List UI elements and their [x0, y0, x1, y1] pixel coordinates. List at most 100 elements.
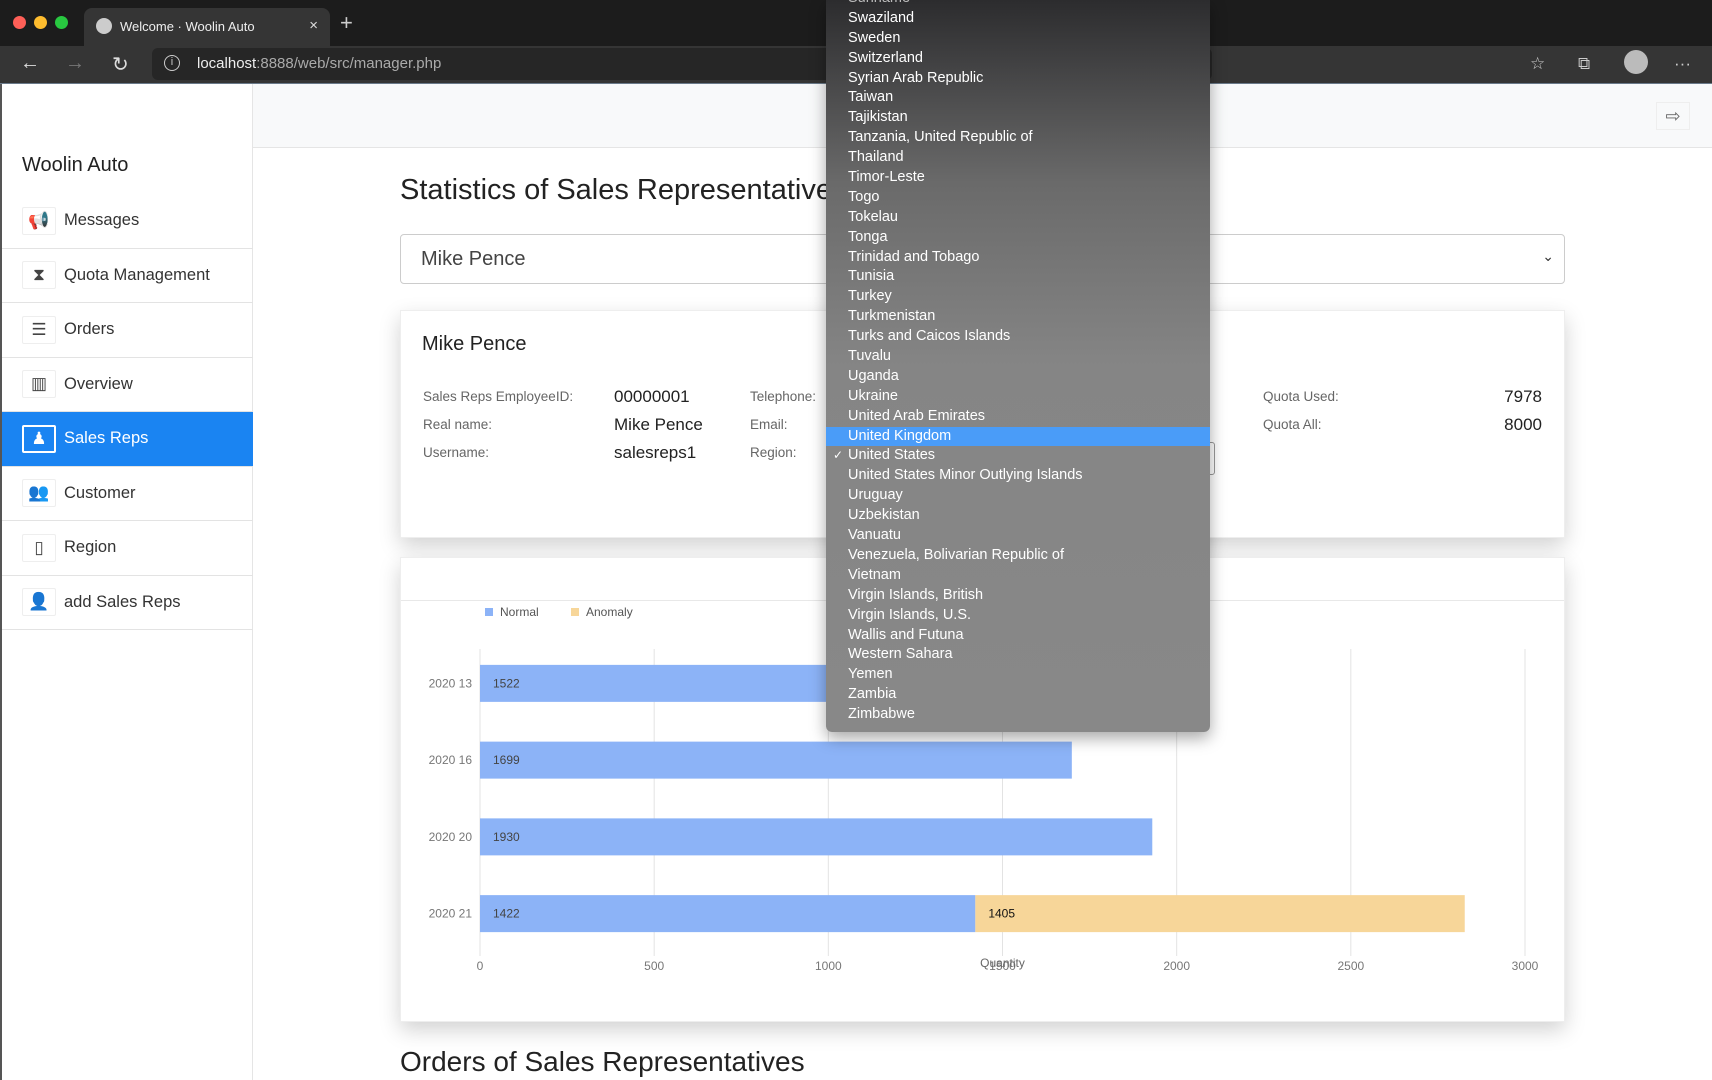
- dropdown-option[interactable]: Syrian Arab Republic: [826, 69, 1210, 89]
- profile-avatar[interactable]: [1624, 50, 1648, 74]
- sidebar-item-label: Region: [64, 538, 117, 557]
- option-label: Yemen: [848, 666, 893, 683]
- more-icon[interactable]: ···: [1674, 54, 1691, 74]
- option-label: Turkey: [848, 288, 892, 305]
- dropdown-option[interactable]: Ukraine: [826, 387, 1210, 407]
- map-icon: ▯: [22, 533, 56, 562]
- dropdown-option[interactable]: Western Sahara: [826, 645, 1210, 665]
- sidebar-item-label: Sales Reps: [64, 429, 149, 448]
- sidebar-item-orders[interactable]: ☰ Orders: [2, 303, 253, 358]
- option-label: Taiwan: [848, 89, 894, 106]
- x-tick-label: 500: [644, 959, 664, 973]
- bar-chart-icon: ▥: [22, 370, 56, 399]
- dropdown-option[interactable]: Taiwan: [826, 88, 1210, 108]
- x-tick-label: 2500: [1337, 959, 1364, 973]
- dropdown-option[interactable]: Turkmenistan: [826, 307, 1210, 327]
- dropdown-option[interactable]: United States Minor Outlying Islands: [826, 466, 1210, 486]
- dropdown-option[interactable]: Zambia: [826, 685, 1210, 705]
- telephone-label: Telephone:: [750, 389, 817, 404]
- sidebar-item-label: Orders: [64, 320, 115, 339]
- option-label: Thailand: [848, 149, 904, 166]
- forward-icon[interactable]: →: [65, 52, 85, 75]
- sidebar-item-add-sales-reps[interactable]: 👤 add Sales Reps: [2, 576, 253, 630]
- option-label: Zimbabwe: [848, 706, 915, 723]
- reload-icon[interactable]: ↻: [112, 52, 129, 77]
- brand-title: Woolin Auto: [22, 154, 129, 176]
- dropdown-option[interactable]: Vanuatu: [826, 526, 1210, 546]
- employee-id-value: 00000001: [614, 387, 690, 406]
- real-name-value: Mike Pence: [614, 415, 703, 434]
- bar-normal: [480, 895, 976, 933]
- dropdown-option[interactable]: Trinidad and Tobago: [826, 248, 1210, 268]
- dropdown-option[interactable]: United Arab Emirates: [826, 407, 1210, 427]
- dropdown-option[interactable]: Swaziland: [826, 9, 1210, 29]
- dropdown-option[interactable]: Suriname: [826, 0, 1210, 9]
- sidebar-item-region[interactable]: ▯ Region: [2, 521, 253, 576]
- dropdown-option[interactable]: Tokelau: [826, 208, 1210, 228]
- dropdown-option[interactable]: Zimbabwe: [826, 705, 1210, 725]
- page-title: Statistics of Sales Representatives: [400, 174, 847, 206]
- option-label: United States: [848, 447, 936, 464]
- logout-icon[interactable]: ⇨: [1656, 102, 1690, 130]
- dropdown-option[interactable]: Timor-Leste: [826, 168, 1210, 188]
- minimize-window-button[interactable]: [34, 16, 47, 29]
- option-label: Trinidad and Tobago: [848, 248, 980, 265]
- new-tab-icon[interactable]: +: [340, 10, 353, 36]
- option-label: Turks and Caicos Islands: [848, 328, 1011, 345]
- sidebar-item-overview[interactable]: ▥ Overview: [2, 358, 253, 412]
- close-window-button[interactable]: [13, 16, 26, 29]
- option-label: United States Minor Outlying Islands: [848, 467, 1083, 484]
- sidebar-item-messages[interactable]: 📢 Messages: [2, 194, 253, 249]
- dropdown-option[interactable]: Tonga: [826, 228, 1210, 248]
- option-label: United Arab Emirates: [848, 407, 986, 424]
- dropdown-option[interactable]: Sweden: [826, 29, 1210, 49]
- sidebar-item-quota-management[interactable]: ⧗ Quota Management: [2, 249, 253, 303]
- user-plus-icon: 👤: [22, 588, 56, 617]
- favorites-icon[interactable]: ☆: [1530, 54, 1545, 74]
- option-label: Tonga: [848, 228, 888, 245]
- option-label: Sweden: [848, 29, 901, 46]
- sidebar-item-customer[interactable]: 👥 Customer: [2, 467, 253, 521]
- sidebar-item-sales-reps[interactable]: ♟ Sales Reps: [2, 412, 253, 467]
- dropdown-option[interactable]: Virgin Islands, British: [826, 586, 1210, 606]
- tab-title: Welcome · Woolin Auto: [120, 19, 255, 34]
- region-label: Region:: [750, 445, 797, 460]
- dropdown-option[interactable]: Turks and Caicos Islands: [826, 327, 1210, 347]
- maximize-window-button[interactable]: [55, 16, 68, 29]
- dropdown-option[interactable]: ✓ United States: [826, 446, 1210, 466]
- dropdown-option[interactable]: Uzbekistan: [826, 506, 1210, 526]
- option-label: United Kingdom: [848, 427, 952, 444]
- dropdown-option[interactable]: Wallis and Futuna: [826, 626, 1210, 646]
- dropdown-option[interactable]: Switzerland: [826, 49, 1210, 69]
- info-icon[interactable]: i: [164, 55, 180, 71]
- bar-value-label: 1405: [988, 907, 1015, 921]
- employee-id-label: Sales Reps EmployeeID:: [423, 389, 574, 404]
- dropdown-option[interactable]: Venezuela, Bolivarian Republic of: [826, 546, 1210, 566]
- dropdown-option[interactable]: Tunisia: [826, 267, 1210, 287]
- browser-tab[interactable]: Welcome · Woolin Auto ×: [84, 8, 330, 46]
- quota-all-value: 8000: [1504, 415, 1542, 434]
- dropdown-option[interactable]: Uganda: [826, 367, 1210, 387]
- sidebar: Woolin Auto 📢 Messages ⧗ Quota Management ☰ O…: [0, 84, 253, 1080]
- dropdown-option[interactable]: Tanzania, United Republic of: [826, 128, 1210, 148]
- dropdown-option[interactable]: Turkey: [826, 287, 1210, 307]
- dropdown-option[interactable]: Thailand: [826, 148, 1210, 168]
- bar-anomaly: [975, 895, 1465, 933]
- collections-icon[interactable]: ⧉: [1578, 54, 1590, 74]
- dropdown-option[interactable]: Tuvalu: [826, 347, 1210, 367]
- option-label: Switzerland: [848, 49, 923, 66]
- dropdown-option[interactable]: Vietnam: [826, 566, 1210, 586]
- dropdown-option[interactable]: Uruguay: [826, 486, 1210, 506]
- quota-used-value: 7978: [1504, 387, 1542, 406]
- close-tab-icon[interactable]: ×: [309, 17, 318, 34]
- email-label: Email:: [750, 417, 788, 432]
- dropdown-option[interactable]: Tajikistan: [826, 108, 1210, 128]
- option-label: Tuvalu: [848, 348, 891, 365]
- back-icon[interactable]: ←: [20, 52, 40, 75]
- y-tick-label: 2020 20: [429, 830, 473, 844]
- dropdown-option[interactable]: Yemen: [826, 665, 1210, 685]
- region-dropdown-list[interactable]: Suriname Swaziland Sweden Switzerland Syrian…: [826, 0, 1210, 732]
- dropdown-option[interactable]: Virgin Islands, U.S.: [826, 606, 1210, 626]
- dropdown-option[interactable]: Togo: [826, 188, 1210, 208]
- dropdown-option[interactable]: United Kingdom: [826, 426, 1210, 447]
